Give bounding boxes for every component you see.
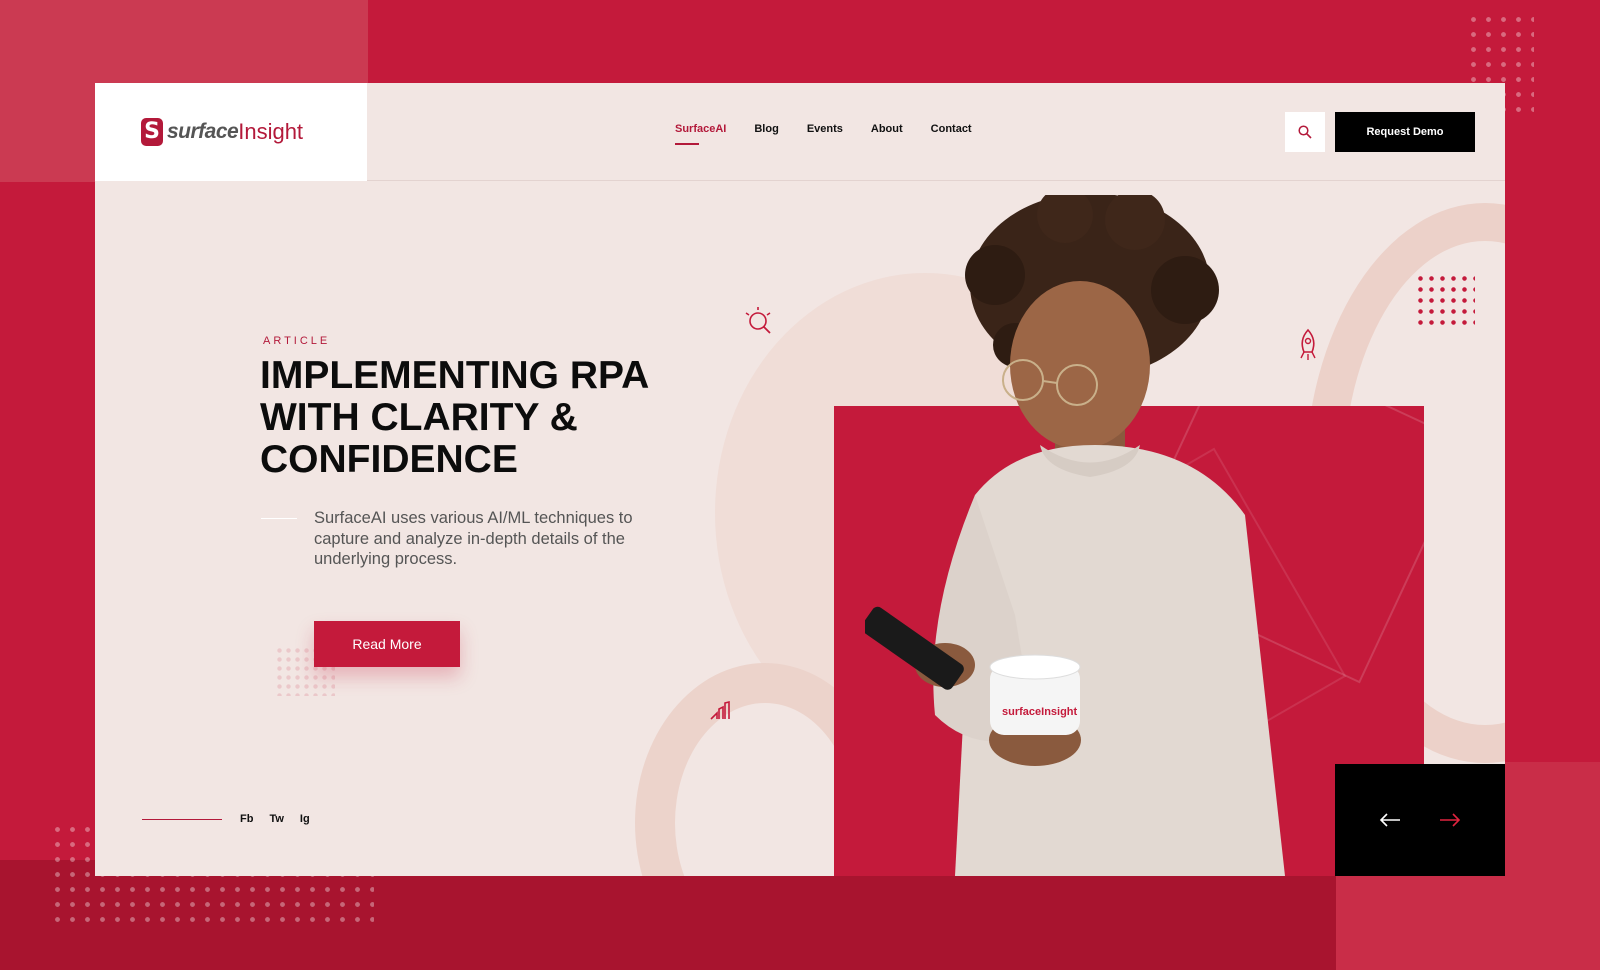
slider-controls bbox=[1335, 764, 1505, 876]
arrow-right-icon bbox=[1440, 813, 1461, 827]
page-title: IMPLEMENTING RPA WITH CLARITY & CONFIDEN… bbox=[260, 354, 648, 481]
lightbulb-icon bbox=[745, 307, 771, 334]
nav-item-blog[interactable]: Blog bbox=[754, 123, 778, 135]
mug-logo: surfaceInsight bbox=[1002, 706, 1078, 718]
arrow-left-icon bbox=[1379, 813, 1400, 827]
read-more-button[interactable]: Read More bbox=[314, 621, 460, 667]
social-link-instagram[interactable]: Ig bbox=[300, 813, 310, 825]
hero-person-image: surfaceInsight bbox=[865, 195, 1285, 876]
social-link-twitter[interactable]: Tw bbox=[269, 813, 283, 825]
request-demo-button[interactable]: Request Demo bbox=[1335, 112, 1475, 152]
social-divider bbox=[142, 819, 222, 820]
logo-text-insight: Insight bbox=[238, 119, 304, 144]
divider bbox=[261, 518, 297, 519]
prev-slide-button[interactable] bbox=[1378, 808, 1402, 832]
main-nav: SurfaceAI Blog Events About Contact bbox=[675, 123, 972, 145]
hero-card: S surface Insight SurfaceAI Blog Events … bbox=[95, 83, 1505, 876]
social-links: Fb Tw Ig bbox=[240, 813, 310, 825]
chart-icon bbox=[710, 700, 730, 720]
site-header: S surface Insight SurfaceAI Blog Events … bbox=[95, 83, 1505, 181]
logo-mark: S bbox=[141, 118, 163, 146]
next-slide-button[interactable] bbox=[1438, 808, 1462, 832]
nav-item-contact[interactable]: Contact bbox=[931, 123, 972, 135]
hero-description: SurfaceAI uses various AI/ML techniques … bbox=[314, 509, 633, 568]
nav-item-about[interactable]: About bbox=[871, 123, 903, 135]
nav-item-surfaceai[interactable]: SurfaceAI bbox=[675, 123, 726, 145]
article-kicker: ARTICLE bbox=[263, 335, 331, 347]
logo-text-surface: surface bbox=[167, 120, 239, 143]
logo[interactable]: S surface Insight bbox=[95, 83, 367, 181]
nav-item-events[interactable]: Events bbox=[807, 123, 843, 135]
search-button[interactable] bbox=[1285, 112, 1325, 152]
dot-pattern bbox=[1415, 273, 1475, 329]
social-link-facebook[interactable]: Fb bbox=[240, 813, 253, 825]
rocket-icon bbox=[1300, 328, 1316, 360]
search-icon bbox=[1298, 125, 1312, 139]
